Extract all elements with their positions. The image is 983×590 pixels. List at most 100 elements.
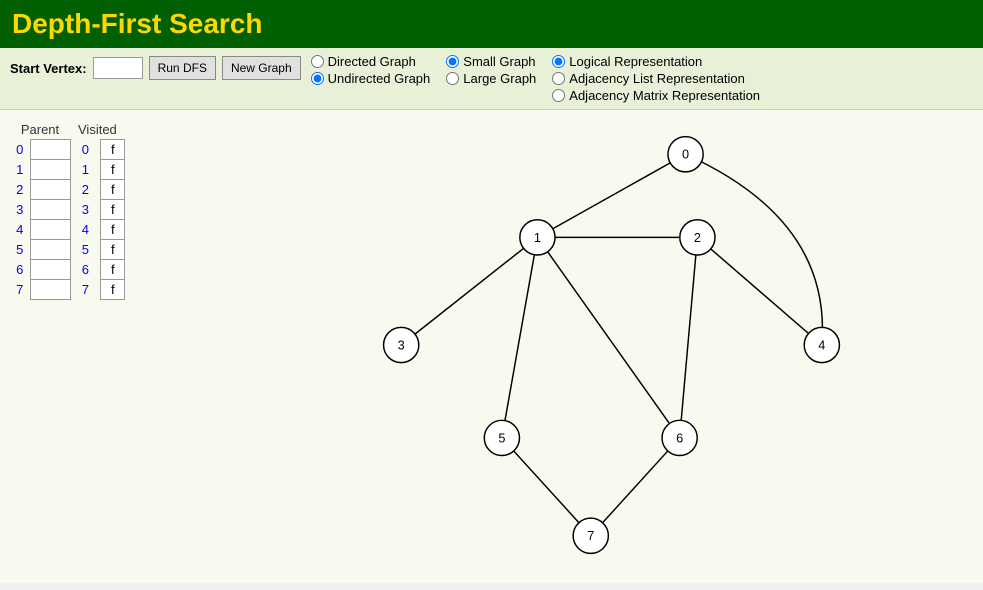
parent-header: Parent xyxy=(10,120,70,140)
graph-section: 0 1 2 3 4 5 6 7 xyxy=(250,120,973,573)
radio-undirected-label: Undirected Graph xyxy=(328,71,431,86)
radio-large[interactable]: Large Graph xyxy=(446,71,536,86)
radio-adjlist-label: Adjacency List Representation xyxy=(569,71,745,86)
graph-vertex[interactable]: 2 xyxy=(680,220,715,255)
radio-small[interactable]: Small Graph xyxy=(446,54,536,69)
vertex-label: 4 xyxy=(818,338,825,353)
node-index: 7 xyxy=(10,280,30,300)
node-index: 3 xyxy=(10,200,30,220)
radio-logical-label: Logical Representation xyxy=(569,54,702,69)
run-dfs-button[interactable]: Run DFS xyxy=(149,56,216,80)
radio-adjmatrix-label: Adjacency Matrix Representation xyxy=(569,88,760,103)
edges-group xyxy=(401,154,822,536)
radio-directed-label: Directed Graph xyxy=(328,54,416,69)
start-vertex-input[interactable] xyxy=(93,57,143,79)
node-table: Parent Visited 0 0 f 1 1 f 2 2 f 3 3 f 4… xyxy=(10,120,125,300)
visited-cell: f xyxy=(101,180,125,200)
radio-directed[interactable]: Directed Graph xyxy=(311,54,431,69)
start-vertex-section: Start Vertex: Run DFS New Graph xyxy=(10,54,301,80)
radio-directed-input[interactable] xyxy=(311,55,324,68)
node-index: 5 xyxy=(10,240,30,260)
node-index: 2 xyxy=(10,180,30,200)
table-row: 3 3 f xyxy=(10,200,125,220)
table-row: 0 0 f xyxy=(10,140,125,160)
graph-edge xyxy=(697,237,821,345)
graph-vertex[interactable]: 0 xyxy=(668,137,703,172)
vertex-label: 7 xyxy=(587,528,594,543)
graph-edge xyxy=(401,237,537,345)
visited-index: 4 xyxy=(70,220,101,240)
radio-adjlist-input[interactable] xyxy=(552,72,565,85)
vertex-label: 6 xyxy=(676,430,683,445)
vertex-label: 0 xyxy=(682,147,689,162)
visited-cell: f xyxy=(101,280,125,300)
parent-cell xyxy=(30,200,70,220)
graph-edge xyxy=(537,237,679,438)
vertex-label: 3 xyxy=(398,338,405,353)
graph-vertex[interactable]: 6 xyxy=(662,420,697,455)
radio-section: Directed Graph Small Graph Logical Repre… xyxy=(311,54,760,103)
table-row: 6 6 f xyxy=(10,260,125,280)
app-header: Depth-First Search xyxy=(0,0,983,48)
parent-cell xyxy=(30,220,70,240)
graph-edge xyxy=(591,438,680,536)
node-index: 4 xyxy=(10,220,30,240)
visited-index: 2 xyxy=(70,180,101,200)
graph-edge xyxy=(680,237,698,438)
parent-cell xyxy=(30,160,70,180)
radio-large-input[interactable] xyxy=(446,72,459,85)
new-graph-button[interactable]: New Graph xyxy=(222,56,301,80)
visited-header: Visited xyxy=(70,120,125,140)
vertex-label: 1 xyxy=(534,230,541,245)
graph-svg: 0 1 2 3 4 5 6 7 xyxy=(250,120,973,570)
node-index: 1 xyxy=(10,160,30,180)
graph-vertex[interactable]: 1 xyxy=(520,220,555,255)
table-row: 1 1 f xyxy=(10,160,125,180)
parent-cell xyxy=(30,240,70,260)
radio-logical-input[interactable] xyxy=(552,55,565,68)
table-row: 2 2 f xyxy=(10,180,125,200)
table-row: 5 5 f xyxy=(10,240,125,260)
graph-vertex[interactable]: 4 xyxy=(804,327,839,362)
visited-index: 5 xyxy=(70,240,101,260)
radio-adjmatrix-input[interactable] xyxy=(552,89,565,102)
parent-cell xyxy=(30,280,70,300)
graph-edge xyxy=(537,154,685,237)
radio-undirected[interactable]: Undirected Graph xyxy=(311,71,431,86)
graph-vertex[interactable]: 5 xyxy=(484,420,519,455)
radio-small-input[interactable] xyxy=(446,55,459,68)
vertex-label: 5 xyxy=(498,430,505,445)
visited-cell: f xyxy=(101,140,125,160)
vertices-group: 0 1 2 3 4 5 6 7 xyxy=(384,137,840,554)
graph-vertex[interactable]: 3 xyxy=(384,327,419,362)
vertex-label: 2 xyxy=(694,230,701,245)
visited-cell: f xyxy=(101,260,125,280)
visited-index: 3 xyxy=(70,200,101,220)
radio-small-label: Small Graph xyxy=(463,54,535,69)
visited-cell: f xyxy=(101,220,125,240)
radio-undirected-input[interactable] xyxy=(311,72,324,85)
radio-adjmatrix[interactable]: Adjacency Matrix Representation xyxy=(552,88,760,103)
visited-index: 6 xyxy=(70,260,101,280)
graph-vertex[interactable]: 7 xyxy=(573,518,608,553)
parent-cell xyxy=(30,180,70,200)
node-index: 6 xyxy=(10,260,30,280)
visited-index: 7 xyxy=(70,280,101,300)
controls-bar: Start Vertex: Run DFS New Graph Directed… xyxy=(0,48,983,110)
visited-cell: f xyxy=(101,160,125,180)
graph-edge xyxy=(502,237,538,438)
parent-cell xyxy=(30,140,70,160)
visited-cell: f xyxy=(101,240,125,260)
visited-cell: f xyxy=(101,200,125,220)
table-section: Parent Visited 0 0 f 1 1 f 2 2 f 3 3 f 4… xyxy=(10,120,230,573)
parent-cell xyxy=(30,260,70,280)
node-index: 0 xyxy=(10,140,30,160)
table-row: 4 4 f xyxy=(10,220,125,240)
main-content: Parent Visited 0 0 f 1 1 f 2 2 f 3 3 f 4… xyxy=(0,110,983,583)
radio-adjlist[interactable]: Adjacency List Representation xyxy=(552,71,760,86)
page-title: Depth-First Search xyxy=(12,8,971,40)
table-row: 7 7 f xyxy=(10,280,125,300)
visited-index: 1 xyxy=(70,160,101,180)
table-body: 0 0 f 1 1 f 2 2 f 3 3 f 4 4 f 5 5 f 6 6 … xyxy=(10,140,125,300)
radio-logical[interactable]: Logical Representation xyxy=(552,54,760,69)
